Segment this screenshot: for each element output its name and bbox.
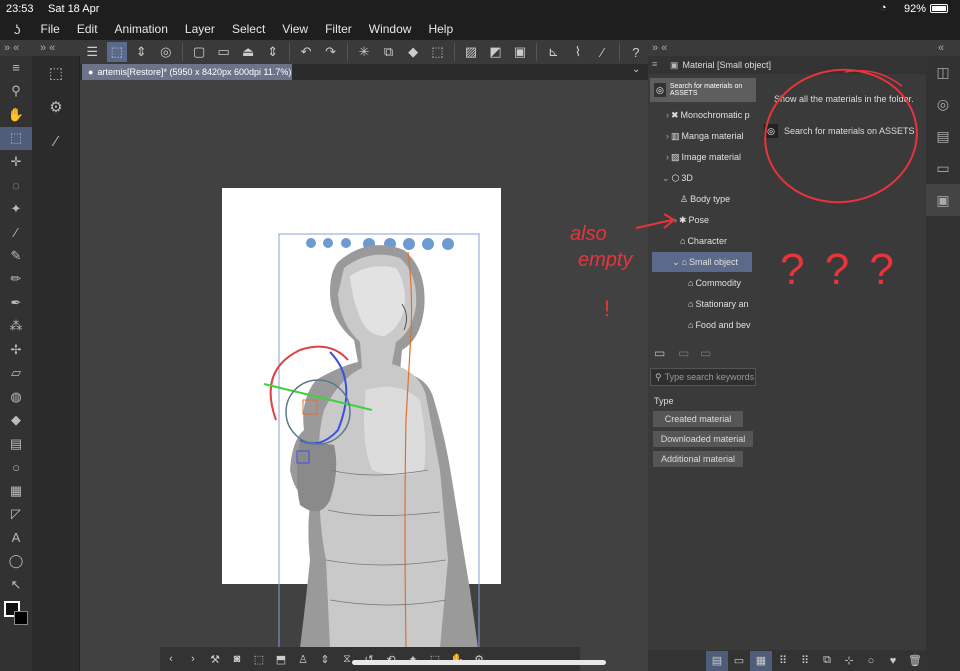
camera-icon[interactable]: ◙ xyxy=(226,649,248,669)
tiny-grid-icon[interactable]: ⠿ xyxy=(794,651,816,671)
wrench-icon[interactable]: ⚒ xyxy=(204,649,226,669)
grid-view-icon[interactable]: ▦ xyxy=(750,650,772,671)
downloaded-material-button[interactable]: Downloaded material xyxy=(653,431,753,447)
bag-icon: ⌂ xyxy=(680,236,686,246)
favorite-icon[interactable]: ♥ xyxy=(882,651,904,671)
list-view-icon[interactable]: ▤ xyxy=(706,650,728,671)
body-icon: ♙ xyxy=(680,193,689,204)
flip-icon[interactable]: ⧖ xyxy=(336,649,358,669)
tree-item-stationary[interactable]: ⌂ Stationary an xyxy=(688,294,754,314)
edit-folder-icon[interactable]: ▭ xyxy=(700,346,711,360)
ground-icon[interactable]: ⬒ xyxy=(270,649,292,669)
cross-icon: ✖ xyxy=(671,109,679,120)
tree-item-image[interactable]: › ▨ Image material xyxy=(666,147,754,167)
object-launcher: ‹ › ⚒ ◙ ⬚ ⬒ ♙ ⇕ ⧖ ↺ ⟲ ✦ ⬚ ✋ ⚙ xyxy=(160,647,580,671)
additional-material-button[interactable]: Additional material xyxy=(653,451,743,467)
trash-icon[interactable]: 🗑 xyxy=(904,651,926,671)
new-folder-icon[interactable]: ▭ xyxy=(654,346,665,360)
rotate-icon[interactable]: ⟲ xyxy=(380,649,402,669)
stepper3-icon[interactable]: ⇕ xyxy=(314,649,336,669)
tree-item-small-object[interactable]: ⌄ ⌂ Small object xyxy=(652,252,752,272)
prev-icon[interactable]: ‹ xyxy=(160,649,182,669)
hand-pose-icon[interactable]: ✋ xyxy=(446,649,468,669)
material-panel-header: ≡ ▣ Material [Small object] xyxy=(648,56,926,74)
tree-item-pose[interactable]: › ✱ Pose xyxy=(674,210,754,230)
tree-item-commodity[interactable]: ⌂ Commodity xyxy=(688,273,754,293)
fit-icon[interactable]: ⬚ xyxy=(248,649,270,669)
paste-icon[interactable]: ⧉ xyxy=(816,651,838,671)
layers-icon[interactable]: ◫ xyxy=(926,56,960,88)
material-panel-title: Material [Small object] xyxy=(682,60,772,70)
cube-icon: ⬡ xyxy=(671,172,680,183)
tree-item-3d[interactable]: ⌄ ⬡ 3D xyxy=(662,168,754,188)
search-input[interactable]: ⚲ Type search keywords xyxy=(650,368,756,386)
sub-view-icon[interactable]: ▭ xyxy=(926,152,960,184)
material-dock-icon[interactable]: ▣ xyxy=(926,184,960,216)
tree-item-food[interactable]: ⌂ Food and bev xyxy=(688,315,754,335)
bag-icon: ⌂ xyxy=(688,299,694,309)
detail-view-icon[interactable]: ▭ xyxy=(728,651,750,671)
tag-icon[interactable]: ⊹ xyxy=(838,651,860,671)
layer-property-icon[interactable]: ▤ xyxy=(926,120,960,152)
bag-icon: ⌂ xyxy=(688,278,694,288)
reset-icon[interactable]: ↺ xyxy=(358,649,380,669)
material-list-pane: Show all the materials in the folder. ◎ … xyxy=(760,76,926,346)
search-assets-label: Search for materials on ASSETS xyxy=(669,83,743,97)
image-icon: ▨ xyxy=(671,151,680,162)
bag-icon: ⌂ xyxy=(688,320,694,330)
right-dock: ◫ ◎ ▤ ▭ ▣ xyxy=(926,56,960,671)
folder-info-text: Show all the materials in the folder. xyxy=(774,94,914,104)
settings-icon[interactable]: ⚙ xyxy=(468,649,490,669)
tree-item-monochromatic[interactable]: › ✖ Monochromatic p xyxy=(666,105,754,125)
pose-lock-icon[interactable]: ♙ xyxy=(292,649,314,669)
mannequin-figure xyxy=(290,245,478,649)
duplicate-folder-icon[interactable]: ▭ xyxy=(678,346,689,360)
pose-icon: ✱ xyxy=(679,214,687,225)
created-material-button[interactable]: Created material xyxy=(653,411,743,427)
tree-item-manga[interactable]: › ▥ Manga material xyxy=(666,126,754,146)
panel-menu-icon[interactable]: ≡ xyxy=(652,59,657,69)
next-icon[interactable]: › xyxy=(182,649,204,669)
search-assets-button[interactable]: ◎ Search for materials on ASSETS xyxy=(650,78,756,102)
small-grid-icon[interactable]: ⠿ xyxy=(772,651,794,671)
assets-logo-icon: ◎ xyxy=(654,83,666,97)
type-label: Type xyxy=(654,396,674,406)
manga-icon: ▥ xyxy=(671,130,680,141)
tree-item-body-type[interactable]: ♙ Body type xyxy=(680,189,754,209)
navigator-icon[interactable]: ◎ xyxy=(926,88,960,120)
register-icon[interactable]: ⬚ xyxy=(424,649,446,669)
material-icon: ▣ xyxy=(670,59,679,70)
circle-icon[interactable]: ○ xyxy=(860,651,882,671)
search-assets-link[interactable]: ◎ Search for materials on ASSETS xyxy=(764,124,915,138)
joint-icon[interactable]: ✦ xyxy=(402,649,424,669)
search-icon: ⚲ xyxy=(655,371,662,382)
folder-actions: ▭ ▭ ▭ xyxy=(650,344,756,364)
bag-icon: ⌂ xyxy=(681,257,687,267)
material-bottom-bar: ▤ ▭ ▦ ⠿ ⠿ ⧉ ⊹ ○ ♥ 🗑 xyxy=(648,650,926,671)
assets-logo-icon: ◎ xyxy=(764,124,778,138)
home-indicator xyxy=(352,660,606,665)
tree-item-character[interactable]: ⌂ Character xyxy=(680,231,754,251)
